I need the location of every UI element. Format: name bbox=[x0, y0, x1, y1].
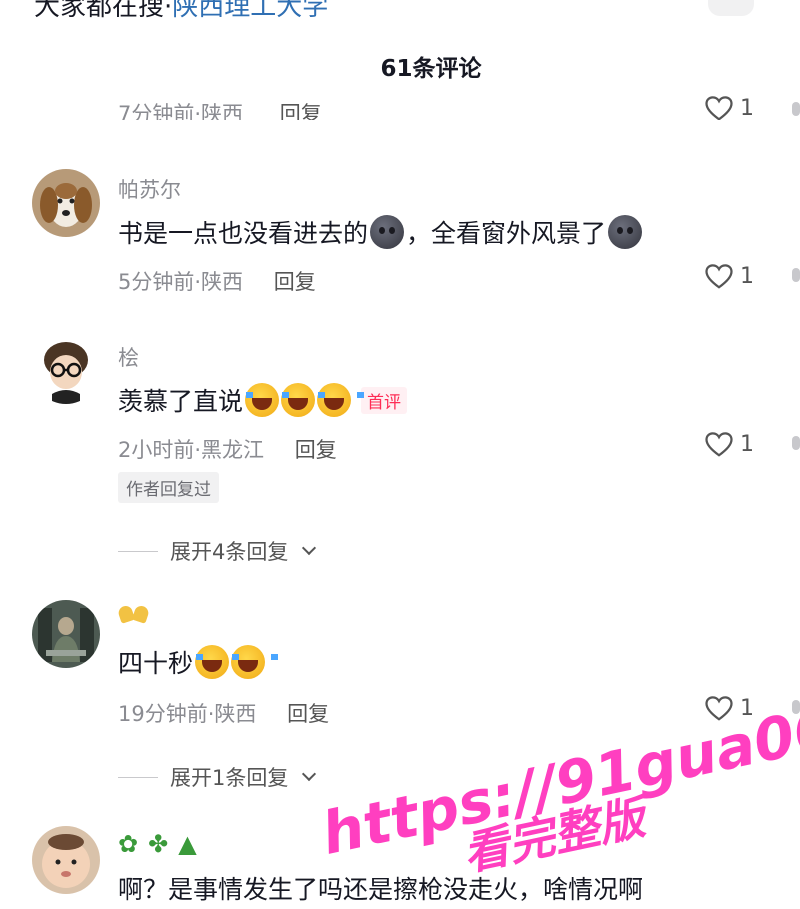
comment-text: 羡慕了直说 首评 bbox=[118, 382, 408, 418]
like-count: 1 bbox=[740, 431, 754, 457]
expand-replies-label: 展开1条回复 bbox=[170, 766, 289, 790]
search-suggestion-prefix: 大家都在搜· bbox=[34, 0, 173, 18]
like-button[interactable]: 1 bbox=[704, 262, 754, 290]
seedling-icon: ✤ bbox=[148, 830, 169, 858]
like-count: 1 bbox=[740, 95, 754, 121]
reply-button[interactable]: 回复 bbox=[274, 270, 316, 294]
heart-icon bbox=[705, 96, 733, 120]
reply-button[interactable]: 回复 bbox=[280, 102, 322, 120]
divider-line bbox=[118, 776, 158, 778]
first-comment-badge: 首评 bbox=[361, 386, 408, 414]
herb-icon: ✿ bbox=[118, 830, 139, 858]
comment-meta: 19分钟前·陕西 bbox=[118, 702, 257, 726]
comment-meta: 5分钟前·陕西 bbox=[118, 270, 244, 294]
username[interactable]: ✿ ✤ ▲ bbox=[118, 830, 197, 858]
avatar[interactable] bbox=[32, 826, 100, 894]
dark-face-icon bbox=[608, 215, 643, 249]
avatar[interactable] bbox=[32, 600, 100, 668]
heart-icon bbox=[705, 696, 733, 721]
like-count: 1 bbox=[740, 695, 754, 721]
comment-text-part: 四十秒 bbox=[118, 649, 194, 678]
crying-laugh-icon bbox=[195, 645, 243, 679]
comment-meta-row: 2小时前·黑龙江 回复 bbox=[118, 434, 337, 464]
folded-hands-icon bbox=[118, 604, 150, 624]
comment-meta: 2小时前·黑龙江 bbox=[118, 438, 265, 462]
comment-meta-row: 19分钟前·陕西 回复 bbox=[118, 698, 329, 728]
chevron-down-icon bbox=[302, 540, 317, 556]
heart-icon bbox=[705, 264, 733, 289]
comment-meta: 7分钟前·陕西 bbox=[118, 102, 244, 120]
comment-text: 书是一点也没看进去的 ，全看窗外风景了 bbox=[118, 214, 643, 250]
expand-replies-button[interactable]: 展开1条回复 bbox=[118, 762, 317, 792]
expand-replies-button[interactable]: 展开4条回复 bbox=[118, 536, 317, 566]
comment-text-part: 书是一点也没看进去的 bbox=[118, 219, 369, 248]
scroll-indicator bbox=[792, 268, 800, 282]
scroll-indicator bbox=[792, 102, 800, 116]
like-button[interactable]: 1 bbox=[704, 694, 754, 722]
username[interactable] bbox=[118, 604, 150, 629]
like-button[interactable]: 1 bbox=[704, 430, 754, 458]
scroll-indicator bbox=[792, 436, 800, 450]
comments-header: 61条评论 bbox=[0, 48, 800, 90]
comment-text: 啊？是事情发生了吗还是擦枪没走火，啥情况啊 bbox=[118, 870, 643, 906]
search-suggestion-bar[interactable]: 大家都在搜·陕西理工大学 bbox=[0, 0, 800, 18]
avatar[interactable] bbox=[32, 336, 100, 404]
crying-laugh-icon bbox=[231, 645, 279, 679]
heart-icon bbox=[705, 432, 733, 457]
dog-avatar-icon bbox=[32, 169, 100, 237]
like-count: 1 bbox=[740, 263, 754, 289]
reply-button[interactable]: 回复 bbox=[287, 702, 329, 726]
avatar[interactable] bbox=[32, 169, 100, 237]
photo-avatar-icon bbox=[32, 600, 100, 668]
comment-count-title: 61条评论 bbox=[380, 56, 482, 82]
comment-text-part: 羡慕了直说 bbox=[118, 387, 244, 416]
expand-replies-label: 展开4条回复 bbox=[170, 540, 289, 564]
watermark-url: https://91gua06.com bbox=[315, 660, 800, 868]
previous-comment-meta: 7分钟前·陕西 回复 1 bbox=[0, 94, 800, 120]
baby-avatar-icon bbox=[32, 826, 100, 894]
crying-laugh-icon bbox=[245, 383, 293, 417]
dark-face-icon bbox=[370, 215, 405, 249]
comment-text: 四十秒 bbox=[118, 644, 279, 680]
watermark-caption: 看完整版 bbox=[458, 789, 650, 882]
username[interactable]: 桧 bbox=[118, 342, 139, 372]
crying-laugh-icon bbox=[281, 383, 329, 417]
username[interactable]: 帕苏尔 bbox=[118, 174, 181, 204]
evergreen-tree-icon: ▲ bbox=[178, 830, 197, 858]
reply-button[interactable]: 回复 bbox=[295, 438, 337, 462]
comment-text-part: ，全看窗外风景了 bbox=[406, 219, 607, 248]
cartoon-avatar-icon bbox=[32, 336, 100, 404]
search-suggestion-link[interactable]: 陕西理工大学 bbox=[172, 0, 328, 18]
comment-meta-row: 5分钟前·陕西 回复 bbox=[118, 266, 316, 296]
crying-laugh-icon bbox=[317, 383, 365, 417]
close-button[interactable] bbox=[708, 0, 754, 16]
like-button[interactable]: 1 bbox=[704, 94, 754, 120]
scroll-indicator bbox=[792, 700, 800, 714]
author-replied-tag: 作者回复过 bbox=[118, 472, 219, 503]
comment-text-part: 啊？是事情发生了吗还是擦枪没走火，啥情况啊 bbox=[118, 875, 644, 904]
divider-line bbox=[118, 550, 158, 552]
search-suggestion[interactable]: 大家都在搜·陕西理工大学 bbox=[34, 0, 328, 18]
chevron-down-icon bbox=[302, 766, 317, 782]
